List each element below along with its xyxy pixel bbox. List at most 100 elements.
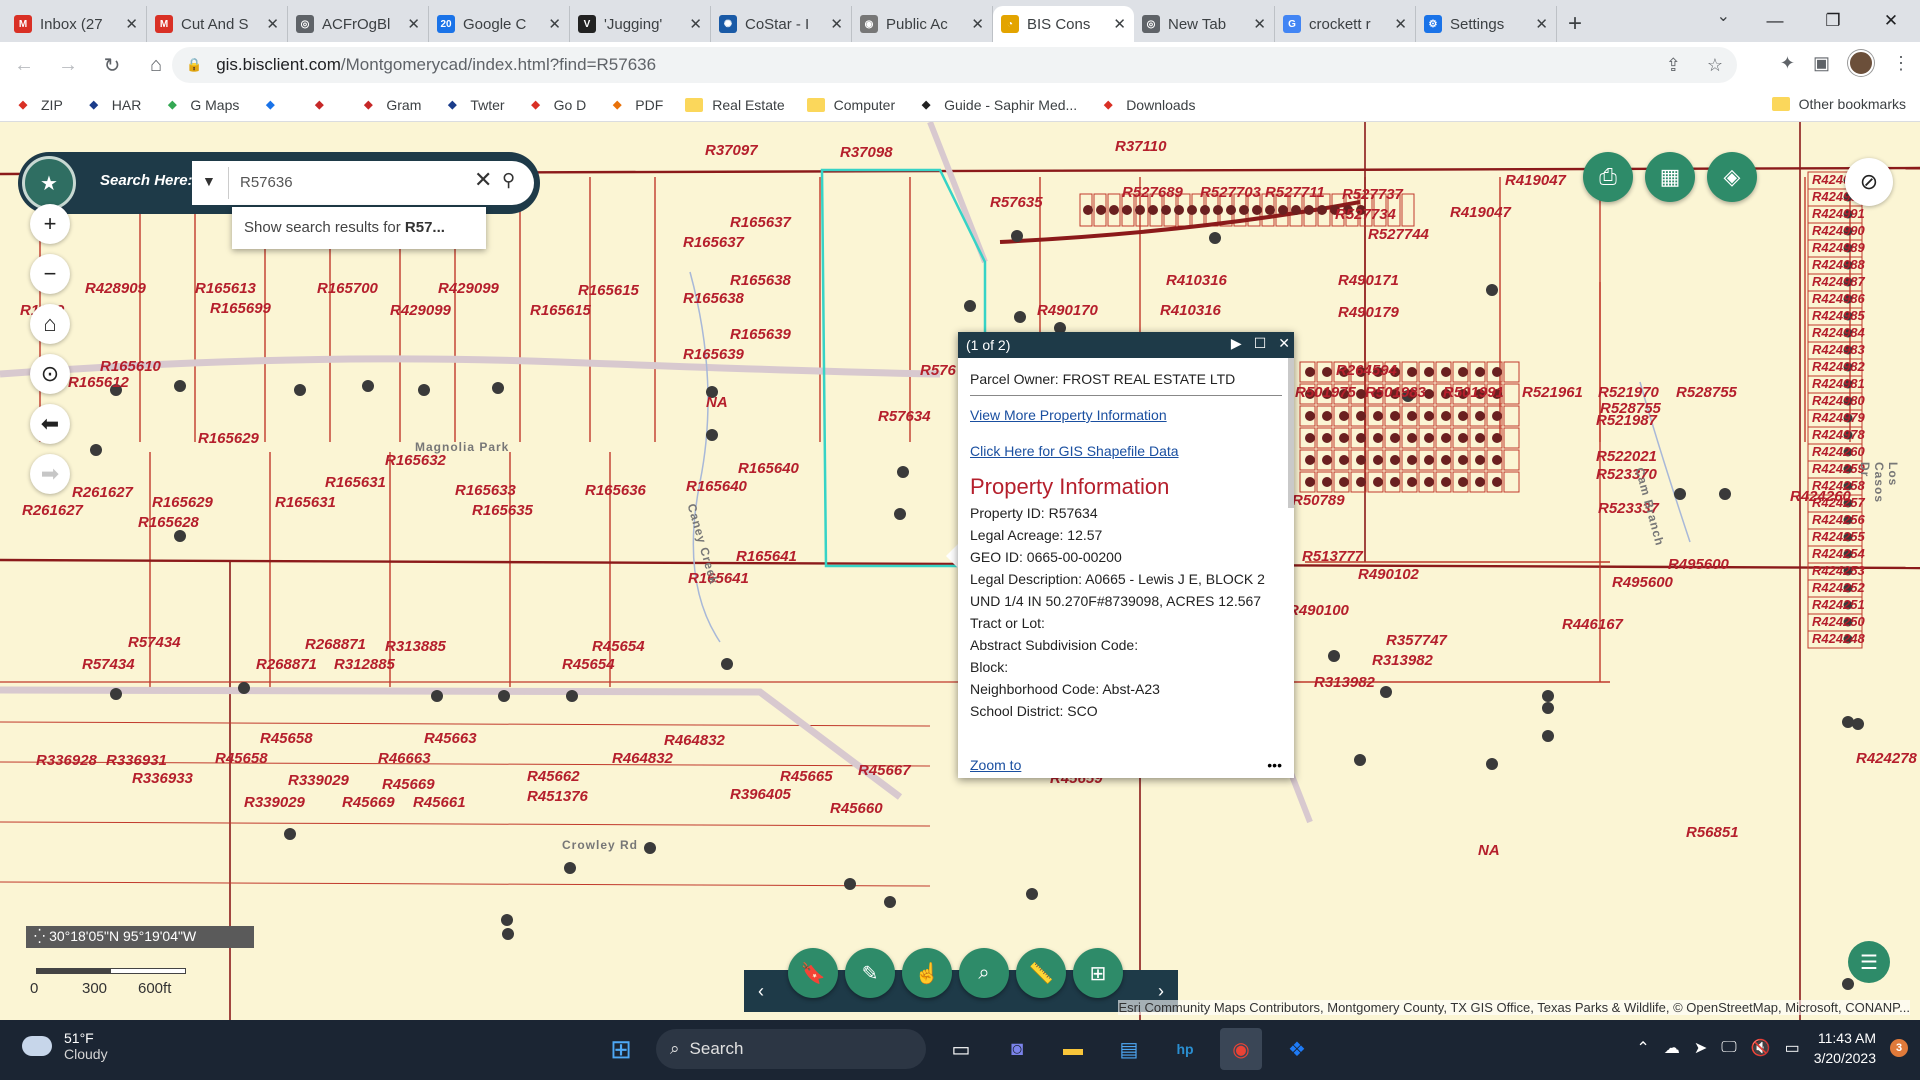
other-bookmarks[interactable]: Other bookmarks: [1771, 96, 1906, 112]
tab-search-chevron-icon[interactable]: ⌄: [1717, 6, 1730, 26]
reload-icon[interactable]: ↻: [92, 45, 132, 85]
close-tab-icon[interactable]: ✕: [548, 15, 561, 33]
close-tab-icon[interactable]: ✕: [830, 15, 843, 33]
clock[interactable]: 11:43 AM 3/20/2023: [1814, 1028, 1876, 1068]
browser-tab[interactable]: M Cut And S ✕: [147, 6, 288, 42]
query-tool-button[interactable]: ⌕: [959, 948, 1009, 998]
next-feature-icon[interactable]: ▶: [1231, 335, 1242, 352]
onedrive-icon[interactable]: ☁: [1664, 1038, 1680, 1058]
chrome-icon[interactable]: ◉: [1220, 1028, 1262, 1070]
toolbar-next-icon[interactable]: ›: [1158, 981, 1164, 1002]
profile-avatar[interactable]: [1848, 50, 1874, 76]
browser-tab[interactable]: ◉ Public Ac ✕: [852, 6, 993, 42]
close-tab-icon[interactable]: ✕: [1253, 15, 1266, 33]
gis-shapefile-link[interactable]: Click Here for GIS Shapefile Data: [970, 440, 1282, 462]
home-extent-button[interactable]: ⌂: [30, 304, 70, 344]
menu-kebab-icon[interactable]: ⋮: [1892, 53, 1910, 74]
teams-chat-icon[interactable]: ◙: [996, 1028, 1038, 1070]
maximize-popup-icon[interactable]: ☐: [1254, 335, 1267, 352]
draw-tool-button[interactable]: ✎: [845, 948, 895, 998]
close-tab-icon[interactable]: ✕: [1113, 15, 1126, 33]
popup-scrollbar[interactable]: [1288, 358, 1294, 508]
bookmark-star-icon[interactable]: ☆: [1707, 55, 1723, 76]
print-button[interactable]: ⎙: [1583, 152, 1633, 202]
close-tab-icon[interactable]: ✕: [266, 15, 279, 33]
layers-button[interactable]: ◈: [1707, 152, 1757, 202]
taskbar-search[interactable]: ⌕ Search: [656, 1029, 926, 1069]
browser-tab[interactable]: ◔ BIS Cons ✕: [993, 6, 1134, 42]
measure-tool-button[interactable]: 📏: [1016, 948, 1066, 998]
identify-tool-button[interactable]: ☝: [902, 948, 952, 998]
bookmark-item[interactable]: Real Estate: [685, 97, 785, 113]
legend-button[interactable]: ☰: [1848, 941, 1890, 983]
task-view-icon[interactable]: ▭: [940, 1028, 982, 1070]
browser-tab[interactable]: Gcrockett r ✕: [1275, 6, 1416, 42]
bookmark-item[interactable]: ◆ Downloads: [1099, 96, 1196, 114]
bookmark-item[interactable]: ◆ HAR: [85, 96, 142, 114]
microsoft-store-icon[interactable]: ▤: [1108, 1028, 1150, 1070]
map-attribution[interactable]: Esri Community Maps Contributors, Montgo…: [1118, 1000, 1910, 1015]
browser-tab[interactable]: V 'Jugging' ✕: [570, 6, 711, 42]
basemap-gallery-button[interactable]: ▦: [1645, 152, 1695, 202]
close-window-icon[interactable]: ✕: [1862, 0, 1920, 42]
browser-tab[interactable]: ✺ CoStar - I ✕: [711, 6, 852, 42]
close-popup-icon[interactable]: ✕: [1278, 335, 1290, 352]
add-data-tool-button[interactable]: ⊞: [1073, 948, 1123, 998]
maximize-icon[interactable]: ❐: [1804, 0, 1862, 42]
zoom-to-link[interactable]: Zoom to: [970, 757, 1021, 773]
network-icon[interactable]: 🖵: [1721, 1039, 1736, 1057]
previous-extent-button[interactable]: ⬅: [30, 404, 70, 444]
bookmark-item[interactable]: ◆: [261, 96, 288, 114]
bookmark-item[interactable]: ◆ Guide - Saphir Med...: [917, 96, 1077, 114]
toolbar-prev-icon[interactable]: ‹: [758, 981, 764, 1002]
close-tab-icon[interactable]: ✕: [1394, 15, 1407, 33]
side-panel-icon[interactable]: ▣: [1813, 53, 1830, 74]
close-tab-icon[interactable]: ✕: [1535, 15, 1548, 33]
bookmark-item[interactable]: ◆ Gram: [359, 96, 421, 114]
browser-tab[interactable]: M Inbox (27 ✕: [6, 6, 147, 42]
view-more-property-link[interactable]: View More Property Information: [970, 404, 1282, 426]
search-icon[interactable]: ⚲: [502, 170, 515, 191]
extensions-icon[interactable]: ✦: [1780, 53, 1795, 74]
close-tab-icon[interactable]: ✕: [971, 15, 984, 33]
forward-arrow-icon[interactable]: →: [48, 45, 88, 85]
home-icon[interactable]: ⌂: [136, 45, 176, 85]
weather-widget[interactable]: 51°F Cloudy: [22, 1030, 108, 1062]
lock-icon[interactable]: 🔒: [186, 57, 202, 73]
minimize-icon[interactable]: —: [1746, 0, 1804, 42]
bookmark-item[interactable]: ◆ Go D: [527, 96, 586, 114]
close-tab-icon[interactable]: ✕: [407, 15, 420, 33]
new-tab-plus-icon[interactable]: +: [1557, 6, 1593, 42]
search-input[interactable]: [240, 167, 460, 197]
browser-tab[interactable]: 20 Google C ✕: [429, 6, 570, 42]
share-icon[interactable]: ⇪: [1666, 55, 1681, 76]
zoom-in-button[interactable]: +: [30, 204, 70, 244]
notification-badge[interactable]: 3: [1890, 1039, 1908, 1057]
battery-icon[interactable]: ▭: [1785, 1038, 1800, 1058]
bookmark-item[interactable]: ◆ Twter: [443, 96, 504, 114]
locate-button[interactable]: ⊙: [30, 354, 70, 394]
bookmark-item[interactable]: Computer: [806, 97, 895, 113]
close-tab-icon[interactable]: ✕: [689, 15, 702, 33]
hp-app-icon[interactable]: hp: [1164, 1028, 1206, 1070]
next-extent-button[interactable]: ➡: [30, 454, 70, 494]
bookmark-item[interactable]: ◆ G Maps: [163, 96, 239, 114]
bookmark-item[interactable]: ◆ PDF: [608, 96, 663, 114]
address-bar[interactable]: 🔒 gis.bisclient.com/Montgomerycad/index.…: [172, 47, 1737, 83]
zoom-out-button[interactable]: −: [30, 254, 70, 294]
browser-tab[interactable]: ◎ New Tab ✕: [1134, 6, 1275, 42]
file-explorer-icon[interactable]: ▬: [1052, 1028, 1094, 1070]
browser-tab[interactable]: ⚙ Settings ✕: [1416, 6, 1557, 42]
hide-panels-button[interactable]: ⊘: [1845, 158, 1893, 206]
windows-start-icon[interactable]: ⊞: [600, 1028, 642, 1070]
search-source-dropdown-icon[interactable]: ▼: [202, 173, 216, 189]
county-seal-icon[interactable]: ★: [22, 156, 76, 210]
back-arrow-icon[interactable]: ←: [4, 45, 44, 85]
bookmark-item[interactable]: ◆: [310, 96, 337, 114]
clear-search-icon[interactable]: ✕: [474, 167, 492, 193]
location-icon[interactable]: ➤: [1694, 1038, 1707, 1058]
dropbox-icon[interactable]: ❖: [1276, 1028, 1318, 1070]
search-suggestion[interactable]: Show search results for R57...: [232, 207, 486, 249]
volume-muted-icon[interactable]: 🔇: [1751, 1038, 1771, 1058]
tray-chevron-up-icon[interactable]: ⌃: [1636, 1038, 1649, 1058]
